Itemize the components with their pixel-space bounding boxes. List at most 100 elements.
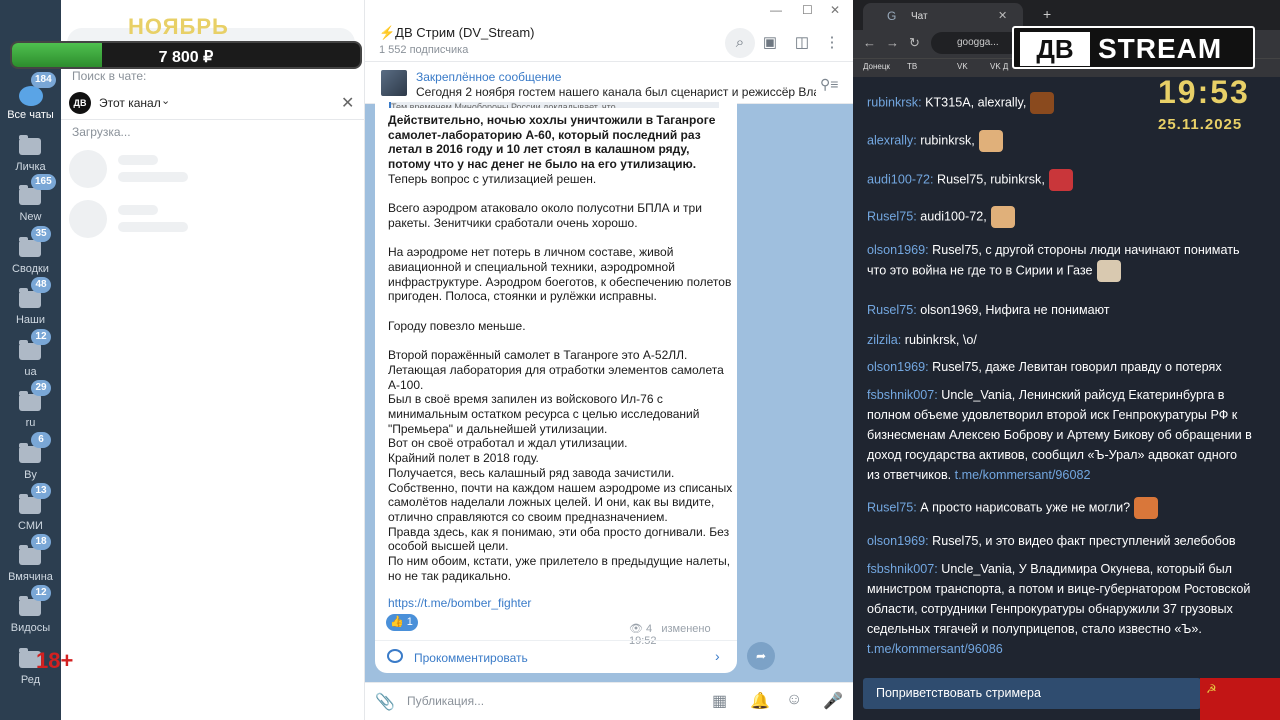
chat-username[interactable]: rubinkrsk:: [867, 95, 922, 109]
minimize-icon[interactable]: —: [770, 3, 782, 17]
folder-4[interactable]: Наши 48: [0, 277, 61, 333]
chat-link[interactable]: t.me/kommersant/96082: [955, 468, 1091, 482]
maximize-icon[interactable]: ☐: [802, 3, 813, 17]
chevron-right-icon: ›: [715, 648, 720, 664]
tab-title: Чат: [911, 11, 928, 22]
folder-0[interactable]: Все чаты 184: [0, 72, 61, 128]
emote-icon: [1134, 497, 1159, 519]
bookmark-item[interactable]: ТВ: [907, 62, 917, 71]
chat-username[interactable]: Rusel75:: [867, 303, 917, 317]
folder-7[interactable]: By 6: [0, 432, 61, 488]
greet-streamer-button[interactable]: Поприветствовать стримера: [863, 678, 1201, 709]
pin-list-icon[interactable]: ⚲≡: [820, 76, 838, 93]
search-icon[interactable]: ⌕: [725, 28, 755, 58]
channel-avatar: ДВ: [69, 92, 91, 114]
folder-label: New: [19, 211, 42, 223]
emote-icon: [1048, 169, 1073, 191]
chevron-down-icon[interactable]: ⌄: [161, 94, 170, 107]
browser-window: G Чат ✕ + ← → ↻ googga... Донецк ТВ VK VK Д…: [853, 0, 1280, 720]
folder-8[interactable]: СМИ 13: [0, 483, 61, 539]
chat-message: zilzila: rubinkrsk, \o/: [867, 330, 1252, 350]
chat-username[interactable]: alexrally:: [867, 133, 917, 147]
chat-text: rubinkrsk, \o/: [901, 333, 977, 347]
message-link[interactable]: https://t.me/bomber_fighter: [388, 596, 531, 610]
chat-link[interactable]: t.me/kommersant/96086: [867, 642, 1003, 656]
unread-badge: 18: [31, 534, 51, 550]
emote-icon: [1096, 260, 1121, 282]
sidebar-toggle-icon[interactable]: ◫: [793, 34, 811, 52]
chat-username[interactable]: fsbshnik007:: [867, 388, 938, 402]
folder-label: Личка: [15, 161, 46, 173]
comment-icon: [387, 649, 403, 663]
microphone-icon[interactable]: 🎤: [823, 691, 843, 711]
folder-2[interactable]: New 165: [0, 174, 61, 230]
unread-badge: 12: [31, 329, 51, 345]
share-icon[interactable]: ➦: [747, 642, 775, 670]
chat-text: olson1969, Нифига не понимают: [916, 303, 1110, 317]
browser-tab[interactable]: G Чат ✕: [863, 3, 1023, 30]
chat-text: audi100-72,: [916, 209, 987, 224]
folder-9[interactable]: Вмячина 18: [0, 534, 61, 590]
chat-username[interactable]: fsbshnik007:: [867, 562, 938, 576]
chat-username[interactable]: zilzila:: [867, 333, 901, 347]
pinned-text: Сегодня 2 ноября гостем нашего канала бы…: [416, 85, 816, 99]
chat-text: Rusel75, даже Левитан говорил правду о п…: [928, 360, 1222, 374]
skeleton-row: [69, 150, 359, 190]
screen: Все чаты 184 Личка New 165 Сводки 35 Наши 48 ua 12…: [0, 0, 1280, 720]
chat-username[interactable]: olson1969:: [867, 243, 929, 257]
chat-username[interactable]: olson1969:: [867, 360, 929, 374]
pinned-message-bar[interactable]: Закреплённое сообщение Сегодня 2 ноября …: [365, 62, 853, 104]
attach-icon[interactable]: 📎: [375, 692, 395, 712]
folder-10[interactable]: Видосы 12: [0, 585, 61, 641]
bell-icon[interactable]: 🔔: [750, 691, 770, 711]
schedule-icon[interactable]: ▦: [712, 691, 727, 711]
reload-icon[interactable]: ↻: [909, 35, 920, 51]
pinned-title: Закреплённое сообщение: [416, 70, 562, 84]
chat-text: Rusel75, rubinkrsk,: [933, 172, 1045, 187]
folder-label: ua: [24, 366, 37, 378]
close-tab-icon[interactable]: ✕: [998, 9, 1007, 22]
folder-6[interactable]: ru 29: [0, 380, 61, 436]
folder-icon: [19, 545, 41, 565]
reaction-thumbs-up[interactable]: 👍 1: [386, 614, 418, 631]
folder-3[interactable]: Сводки 35: [0, 226, 61, 282]
folder-5[interactable]: ua 12: [0, 329, 61, 385]
more-options-icon[interactable]: ⋮: [823, 34, 841, 52]
folder-label: ru: [25, 417, 36, 429]
folder-1[interactable]: Личка: [0, 130, 61, 180]
message-text: Действительно, ночью хохлы уничтожили в …: [388, 113, 733, 584]
chat-text: KT315A, alexrally,: [921, 95, 1027, 110]
channel-title[interactable]: ⚡ДВ Стрим (DV_Stream): [379, 25, 535, 41]
view-count: 4: [646, 623, 653, 635]
close-window-icon[interactable]: ✕: [830, 3, 840, 17]
bookmark-item[interactable]: Донецк: [863, 62, 890, 71]
message-bubble[interactable]: Тем временем Минобороны России докладыва…: [375, 102, 737, 673]
emote-icon: [1030, 92, 1055, 114]
comment-label: Прокомментировать: [414, 651, 528, 665]
folder-icon: [19, 288, 41, 308]
bookmark-item[interactable]: VK: [957, 62, 968, 71]
chat-username[interactable]: audi100-72:: [867, 172, 934, 186]
chat-username[interactable]: olson1969:: [867, 534, 929, 548]
close-icon[interactable]: ✕: [341, 93, 354, 113]
chat-username[interactable]: Rusel75:: [867, 500, 917, 514]
channel-filter-row[interactable]: ДВ Этот канал ⌄ ✕: [61, 88, 365, 120]
message-input[interactable]: Публикация...: [407, 694, 484, 708]
month-label: НОЯБРЬ: [128, 14, 229, 39]
comment-button[interactable]: Прокомментировать ›: [375, 640, 737, 673]
chat-text: А просто нарисовать уже не могли?: [916, 500, 1131, 515]
chat-username[interactable]: Rusel75:: [867, 209, 917, 223]
forward-icon[interactable]: →: [886, 35, 899, 50]
folder-icon: [19, 596, 41, 616]
chat-message: fsbshnik007: Uncle_Vania, У Владимира Ок…: [867, 559, 1252, 659]
live-stream-icon[interactable]: ▣: [761, 34, 779, 52]
unread-badge: 12: [31, 585, 51, 601]
bookmark-item[interactable]: VK Д: [990, 62, 1008, 71]
back-icon[interactable]: ←: [863, 35, 876, 50]
subscriber-count: 1 552 подписчика: [379, 44, 469, 56]
address-bar[interactable]: googga...: [931, 32, 1021, 54]
emoji-icon[interactable]: ☺: [786, 691, 802, 709]
reply-preview[interactable]: Тем временем Минобороны России докладыва…: [389, 102, 719, 108]
folder-label: Наши: [15, 314, 46, 326]
new-tab-icon[interactable]: +: [1043, 6, 1051, 22]
